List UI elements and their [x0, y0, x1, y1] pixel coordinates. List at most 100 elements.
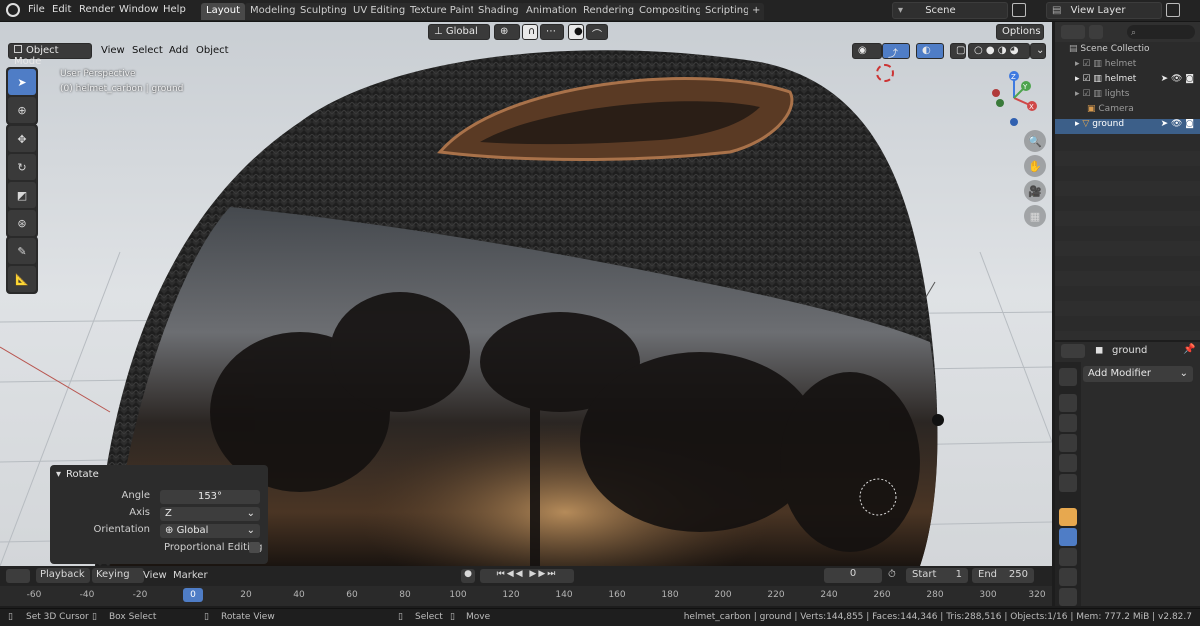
visibility-icon[interactable]: ◉: [852, 43, 882, 59]
outliner-item[interactable]: ▸ ☑ ▥ helmet ➤ 👁 ◙: [1055, 74, 1200, 89]
physics-icon[interactable]: [1059, 568, 1077, 586]
tab-texture-paint[interactable]: Texture Paint: [405, 3, 480, 20]
eye-icon[interactable]: ➤ 👁 ◙: [1161, 74, 1194, 84]
camera-view-icon[interactable]: 🎥: [1024, 180, 1046, 202]
viewport-menu-add[interactable]: Add: [169, 45, 188, 56]
tab-animation[interactable]: Animation: [521, 3, 582, 20]
new-view-layer-icon[interactable]: [1166, 3, 1180, 17]
menu-file[interactable]: File: [28, 4, 45, 15]
timeline-marker-menu[interactable]: Marker: [173, 570, 208, 581]
render-icon[interactable]: [1059, 394, 1077, 412]
zoom-icon[interactable]: 🔍: [1024, 130, 1046, 152]
object-icon[interactable]: [1059, 508, 1077, 526]
orientation-dropdown[interactable]: ⊕ Global ⌄: [160, 524, 260, 538]
3d-viewport[interactable]: Object Mode View Select Add Object ⊥ Glo…: [0, 22, 1052, 566]
gizmo-toggle-icon[interactable]: ⤴: [882, 43, 910, 60]
menu-help[interactable]: Help: [163, 4, 186, 15]
tab-scripting[interactable]: Scripting: [700, 3, 755, 20]
scene-icon[interactable]: [1059, 454, 1077, 472]
outliner-item-selected[interactable]: ▸ ▽ ground ➤ 👁 ◙: [1055, 119, 1200, 134]
modifier-wrench-icon[interactable]: [1059, 528, 1077, 546]
checkbox-icon[interactable]: ☑: [1082, 89, 1090, 99]
shading-options-icon[interactable]: ⌄: [1030, 43, 1046, 59]
xray-icon[interactable]: ▢: [950, 43, 966, 59]
playback-menu[interactable]: Playback: [36, 568, 90, 583]
properties-editor-type-icon[interactable]: [1061, 344, 1085, 358]
snap-target-icon[interactable]: ⋯: [540, 24, 564, 40]
timeline-view-menu[interactable]: View: [143, 570, 167, 581]
world-icon[interactable]: [1059, 474, 1077, 492]
outliner-search-input[interactable]: ⌕: [1127, 25, 1195, 39]
menu-edit[interactable]: Edit: [52, 4, 71, 15]
measure-tool[interactable]: 📐: [8, 266, 36, 292]
menu-render[interactable]: Render: [79, 4, 115, 15]
output-icon[interactable]: [1059, 414, 1077, 432]
tab-shading[interactable]: Shading: [473, 3, 524, 20]
rotate-tool[interactable]: ↻: [8, 154, 36, 180]
tab-uv-editing[interactable]: UV Editing: [348, 3, 411, 20]
add-workspace-button[interactable]: +: [748, 3, 765, 20]
angle-field[interactable]: 153°: [160, 490, 260, 504]
falloff-icon[interactable]: ⌒: [586, 24, 608, 41]
blender-logo-icon[interactable]: [6, 3, 20, 17]
pivot-point-icon[interactable]: ⊕: [494, 24, 520, 40]
collapse-arrow-icon[interactable]: ▾: [56, 469, 61, 480]
filter-icon[interactable]: [1089, 25, 1103, 39]
cursor-tool[interactable]: ⊕: [8, 97, 36, 123]
select-box-tool[interactable]: ➤: [8, 69, 36, 95]
overlays-icon[interactable]: ◐: [916, 43, 944, 59]
tab-rendering[interactable]: Rendering: [578, 3, 640, 20]
perspective-toggle-icon[interactable]: ▦: [1024, 205, 1046, 227]
menu-window[interactable]: Window: [119, 4, 158, 15]
add-modifier-dropdown[interactable]: Add Modifier ⌄: [1083, 366, 1193, 382]
mode-selector[interactable]: Object Mode: [8, 43, 92, 67]
stopwatch-icon[interactable]: ⏱: [888, 569, 902, 583]
tab-modeling[interactable]: Modeling: [245, 3, 301, 20]
timeline-editor-type-icon[interactable]: [6, 569, 30, 583]
scene-icon: ▾: [898, 5, 904, 16]
proportional-edit-icon[interactable]: ●: [568, 24, 584, 40]
annotate-tool[interactable]: ✎: [8, 238, 36, 264]
constraints-icon[interactable]: [1059, 588, 1077, 606]
snap-icon[interactable]: ∩: [522, 24, 538, 40]
outliner-item[interactable]: ▸ ☑ ▥ lights: [1055, 89, 1200, 104]
view-layer-icon[interactable]: [1059, 434, 1077, 452]
record-icon[interactable]: ●: [461, 569, 475, 583]
new-scene-icon[interactable]: [1012, 3, 1026, 17]
outliner-item[interactable]: ▣ Camera: [1055, 104, 1200, 119]
particles-icon[interactable]: [1059, 548, 1077, 566]
eye-icon[interactable]: ➤ 👁 ◙: [1161, 119, 1194, 129]
pan-hand-icon[interactable]: ✋: [1024, 155, 1046, 177]
pin-icon[interactable]: 📌: [1183, 344, 1195, 355]
outliner-item[interactable]: ▸ ☑ ▥ helmet: [1055, 59, 1200, 74]
frame-tick: 160: [608, 590, 626, 600]
tab-compositing[interactable]: Compositing: [634, 3, 707, 20]
keying-menu[interactable]: Keying: [92, 568, 144, 583]
axis-dropdown[interactable]: Z ⌄: [160, 507, 260, 521]
tab-sculpting[interactable]: Sculpting: [295, 3, 352, 20]
shading-modes[interactable]: ○ ● ◑ ◕: [968, 43, 1030, 59]
tool-settings-icon[interactable]: [1059, 368, 1077, 386]
checkbox-icon[interactable]: ☑: [1082, 59, 1090, 69]
viewport-menu-view[interactable]: View: [101, 45, 125, 56]
outliner-display-mode-icon[interactable]: [1061, 25, 1085, 39]
current-frame-field[interactable]: 0: [824, 568, 882, 583]
transform-orientation-selector[interactable]: ⊥ Global: [428, 24, 490, 40]
viewport-menu-select[interactable]: Select: [132, 45, 163, 56]
viewport-menu-object[interactable]: Object: [196, 45, 229, 56]
transform-tool[interactable]: ⊛: [8, 210, 36, 236]
outliner-root[interactable]: ▤ Scene Collectio: [1055, 44, 1200, 59]
playback-controls[interactable]: ⏮◀◀ ▶▶⏭: [480, 569, 574, 583]
frame-tick: 40: [293, 590, 305, 600]
start-frame-field[interactable]: Start 1: [906, 568, 968, 583]
scene-selector[interactable]: ▾ Scene: [892, 2, 1008, 19]
move-tool[interactable]: ✥: [8, 126, 36, 152]
end-frame-field[interactable]: End 250: [972, 568, 1034, 583]
view-layer-selector[interactable]: ▤ View Layer: [1046, 2, 1162, 19]
scale-tool[interactable]: ◩: [8, 182, 36, 208]
proportional-editing-checkbox[interactable]: [249, 542, 260, 553]
navigation-gizmo[interactable]: Z X Y: [984, 68, 1044, 128]
checkbox-icon[interactable]: ☑: [1082, 74, 1090, 84]
options-button[interactable]: Options: [996, 24, 1044, 40]
tab-layout[interactable]: Layout: [201, 3, 245, 20]
